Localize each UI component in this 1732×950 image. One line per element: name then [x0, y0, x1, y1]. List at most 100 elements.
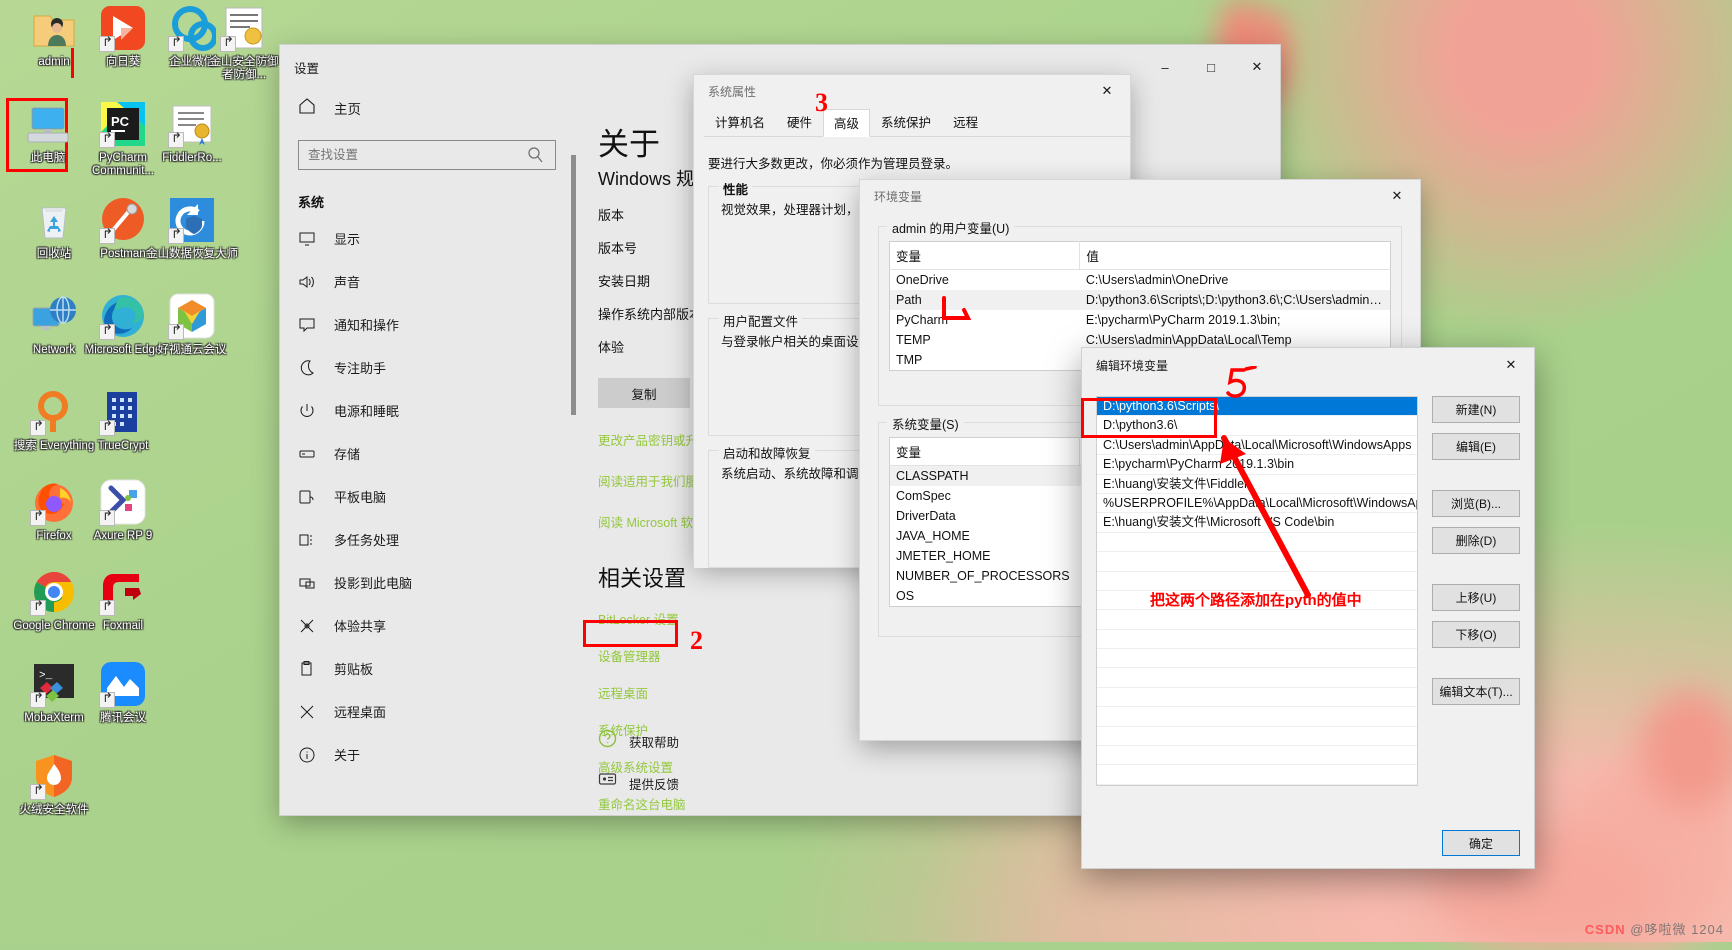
speaker-icon	[298, 273, 316, 291]
move-up-button[interactable]: 上移(U)	[1432, 584, 1520, 611]
sidebar-item-tablet[interactable]: 平板电脑	[280, 475, 570, 518]
editenv-titlebar: 编辑环境变量 ✕	[1082, 348, 1534, 382]
list-item-empty[interactable]	[1097, 765, 1417, 784]
tab-remote[interactable]: 远程	[942, 108, 989, 136]
sidebar-item-focus-assist[interactable]: 专注助手	[280, 346, 570, 389]
close-button[interactable]: ✕	[1374, 180, 1420, 212]
sidebar-item-power-sleep[interactable]: 电源和睡眠	[280, 389, 570, 432]
tab-hardware[interactable]: 硬件	[776, 108, 823, 136]
maximize-button[interactable]: □	[1188, 51, 1234, 83]
column-header-value[interactable]: 值	[1080, 242, 1391, 270]
edit-text-button[interactable]: 编辑文本(T)...	[1432, 678, 1520, 705]
var-name: OS	[890, 586, 1080, 607]
monitor-icon	[298, 230, 316, 248]
svg-text:PC: PC	[111, 114, 130, 129]
sidebar-item-about[interactable]: 关于	[280, 733, 570, 776]
group-legend: 启动和故障恢复	[719, 443, 815, 462]
feedback-link-label[interactable]: 提供反馈	[629, 774, 679, 793]
sidebar-item-shared-experiences[interactable]: 体验共享	[280, 604, 570, 647]
settings-scrollbar[interactable]	[570, 155, 577, 815]
list-item-empty[interactable]	[1097, 727, 1417, 746]
var-name: NUMBER_OF_PROCESSORS	[890, 566, 1080, 586]
scrollbar-thumb[interactable]	[571, 155, 576, 415]
help-link-label[interactable]: 获取帮助	[629, 732, 679, 751]
project-icon	[298, 574, 316, 592]
table-row[interactable]: TEMPC:\Users\admin\AppData\Local\Temp	[890, 330, 1391, 350]
list-item-empty[interactable]	[1097, 707, 1417, 726]
tab-computer-name[interactable]: 计算机名	[704, 108, 776, 136]
group-legend: 性能	[719, 179, 752, 198]
shortcut-overlay-icon	[30, 692, 46, 708]
new-button[interactable]: 新建(N)	[1432, 396, 1520, 423]
desktop-icon-tencent-meeting[interactable]: 腾讯会议	[75, 660, 171, 725]
sidebar-item-label: 显示	[334, 229, 360, 248]
copy-button[interactable]: 复制	[598, 378, 690, 408]
var-value: C:\Users\admin\AppData\Local\Temp	[1080, 330, 1391, 350]
svg-text:>_: >_	[39, 670, 53, 682]
desktop-icon-kingsoft-recovery[interactable]: 金山数据恢复大师	[144, 196, 240, 261]
list-item-empty[interactable]	[1097, 649, 1417, 668]
desktop-icon-label: 好视通云会议	[144, 344, 240, 357]
sidebar-item-label: 存储	[334, 444, 360, 463]
var-name: JAVA_HOME	[890, 526, 1080, 546]
sidebar-item-clipboard[interactable]: 剪贴板	[280, 647, 570, 690]
settings-title: 设置	[280, 58, 319, 77]
desktop-icon-kingsoft[interactable]: 金山安全防御者防御...	[206, 4, 282, 82]
var-name: Path	[890, 290, 1080, 310]
delete-button[interactable]: 删除(D)	[1432, 527, 1520, 554]
desktop-icon-label: TrueCrypt	[75, 440, 171, 453]
desktop-icon-axure[interactable]: Axure RP 9	[75, 478, 171, 543]
share-icon	[298, 617, 316, 635]
desktop-icon-label: 火绒安全软件	[6, 804, 102, 817]
desktop-icon-truecrypt[interactable]: TrueCrypt	[75, 388, 171, 453]
shortcut-overlay-icon	[99, 510, 115, 526]
ok-button[interactable]: 确定	[1442, 830, 1520, 856]
desktop-icon-label: FiddlerRo...	[144, 152, 240, 165]
sidebar-item-projecting[interactable]: 投影到此电脑	[280, 561, 570, 604]
list-item-empty[interactable]	[1097, 668, 1417, 687]
settings-search[interactable]	[298, 140, 552, 170]
desktop-icon-label: Foxmail	[75, 620, 171, 633]
recycle-bin-icon	[30, 196, 78, 244]
desktop-icon-fiddler[interactable]: FiddlerRo...	[144, 100, 240, 165]
sidebar-item-home[interactable]: 主页	[280, 89, 570, 126]
tab-advanced[interactable]: 高级	[823, 109, 870, 137]
sidebar-item-label: 多任务处理	[334, 530, 399, 549]
sidebar-item-remote-desktop[interactable]: 远程桌面	[280, 690, 570, 733]
sidebar-item-label: 专注助手	[334, 358, 386, 377]
move-down-button[interactable]: 下移(O)	[1432, 621, 1520, 648]
sidebar-item-multitasking[interactable]: 多任务处理	[280, 518, 570, 561]
shortcut-overlay-icon	[168, 228, 184, 244]
close-button[interactable]: ✕	[1084, 75, 1130, 107]
watermark-id: 1204	[1691, 922, 1724, 937]
close-button[interactable]: ✕	[1234, 51, 1280, 83]
edit-button[interactable]: 编辑(E)	[1432, 433, 1520, 460]
table-row[interactable]: OneDriveC:\Users\admin\OneDrive	[890, 270, 1391, 291]
close-button[interactable]: ✕	[1488, 349, 1534, 381]
sidebar-item-label: 平板电脑	[334, 487, 386, 506]
browse-button[interactable]: 浏览(B)...	[1432, 490, 1520, 517]
shortcut-overlay-icon	[99, 228, 115, 244]
minimize-button[interactable]: –	[1142, 51, 1188, 83]
sidebar-item-storage[interactable]: 存储	[280, 432, 570, 475]
group-legend: 用户配置文件	[719, 311, 802, 330]
sidebar-item-display[interactable]: 显示	[280, 217, 570, 260]
search-input[interactable]	[298, 140, 556, 170]
sidebar-item-sound[interactable]: 声音	[280, 260, 570, 303]
desktop-icon-huorong[interactable]: 火绒安全软件	[6, 752, 102, 817]
list-item-empty[interactable]	[1097, 746, 1417, 765]
sidebar-item-notifications[interactable]: 通知和操作	[280, 303, 570, 346]
list-item-empty[interactable]	[1097, 630, 1417, 649]
power-icon	[298, 402, 316, 420]
column-header-variable[interactable]: 变量	[890, 242, 1080, 270]
list-item-empty[interactable]	[1097, 688, 1417, 707]
desktop-icon-haoshitong[interactable]: 好视通云会议	[144, 292, 240, 357]
list-item-empty[interactable]	[1097, 610, 1417, 629]
tab-system-protection[interactable]: 系统保护	[870, 108, 942, 136]
desktop-icon-label: 金山数据恢复大师	[144, 248, 240, 261]
tencent-meeting-icon	[99, 660, 147, 708]
desktop-icon-foxmail[interactable]: Foxmail	[75, 568, 171, 633]
column-header-variable[interactable]: 变量	[890, 438, 1080, 466]
shortcut-overlay-icon	[99, 324, 115, 340]
edge-icon	[99, 292, 147, 340]
